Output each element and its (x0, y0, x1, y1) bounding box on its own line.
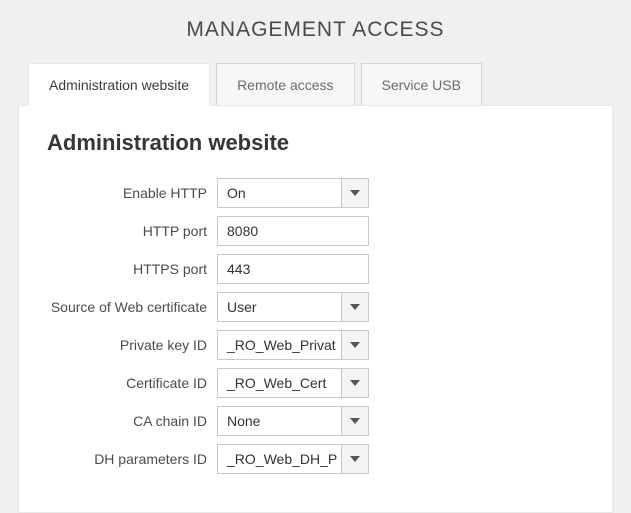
input-http-port[interactable] (217, 216, 369, 246)
tab-service-usb[interactable]: Service USB (361, 63, 482, 106)
row-http-port: HTTP port (47, 216, 584, 246)
row-ca-chain-id: CA chain ID None (47, 406, 584, 436)
select-enable-http-button[interactable] (341, 178, 369, 208)
select-dh-params-id[interactable]: _RO_Web_DH_P (217, 444, 369, 474)
label-dh-params-id: DH parameters ID (47, 451, 217, 467)
label-ca-chain-id: CA chain ID (47, 413, 217, 429)
chevron-down-icon (350, 380, 360, 386)
label-enable-http: Enable HTTP (47, 185, 217, 201)
label-certificate-id: Certificate ID (47, 375, 217, 391)
row-certificate-id: Certificate ID _RO_Web_Cert (47, 368, 584, 398)
label-https-port: HTTPS port (47, 261, 217, 277)
select-web-cert-source-button[interactable] (341, 292, 369, 322)
select-dh-params-id-button[interactable] (341, 444, 369, 474)
row-enable-http: Enable HTTP On (47, 178, 584, 208)
select-web-cert-source-value[interactable]: User (217, 292, 341, 322)
select-certificate-id[interactable]: _RO_Web_Cert (217, 368, 369, 398)
select-certificate-id-button[interactable] (341, 368, 369, 398)
chevron-down-icon (350, 304, 360, 310)
row-private-key-id: Private key ID _RO_Web_Privat (47, 330, 584, 360)
row-https-port: HTTPS port (47, 254, 584, 284)
label-http-port: HTTP port (47, 223, 217, 239)
page-title: MANAGEMENT ACCESS (0, 0, 631, 62)
chevron-down-icon (350, 190, 360, 196)
select-ca-chain-id[interactable]: None (217, 406, 369, 436)
tab-remote-access[interactable]: Remote access (216, 63, 354, 106)
panel-administration-website: Administration website Enable HTTP On HT… (18, 105, 613, 513)
select-private-key-id[interactable]: _RO_Web_Privat (217, 330, 369, 360)
label-private-key-id: Private key ID (47, 337, 217, 353)
row-dh-params-id: DH parameters ID _RO_Web_DH_P (47, 444, 584, 474)
select-dh-params-id-value[interactable]: _RO_Web_DH_P (217, 444, 341, 474)
chevron-down-icon (350, 456, 360, 462)
input-https-port[interactable] (217, 254, 369, 284)
select-ca-chain-id-button[interactable] (341, 406, 369, 436)
chevron-down-icon (350, 418, 360, 424)
select-private-key-id-button[interactable] (341, 330, 369, 360)
tabs-row: Administration website Remote access Ser… (0, 62, 631, 105)
select-ca-chain-id-value[interactable]: None (217, 406, 341, 436)
select-private-key-id-value[interactable]: _RO_Web_Privat (217, 330, 341, 360)
select-enable-http[interactable]: On (217, 178, 369, 208)
section-title: Administration website (47, 130, 584, 156)
row-web-cert-source: Source of Web certificate User (47, 292, 584, 322)
select-web-cert-source[interactable]: User (217, 292, 369, 322)
chevron-down-icon (350, 342, 360, 348)
select-enable-http-value[interactable]: On (217, 178, 341, 208)
label-web-cert-source: Source of Web certificate (47, 299, 217, 315)
tab-administration-website[interactable]: Administration website (28, 63, 210, 106)
select-certificate-id-value[interactable]: _RO_Web_Cert (217, 368, 341, 398)
